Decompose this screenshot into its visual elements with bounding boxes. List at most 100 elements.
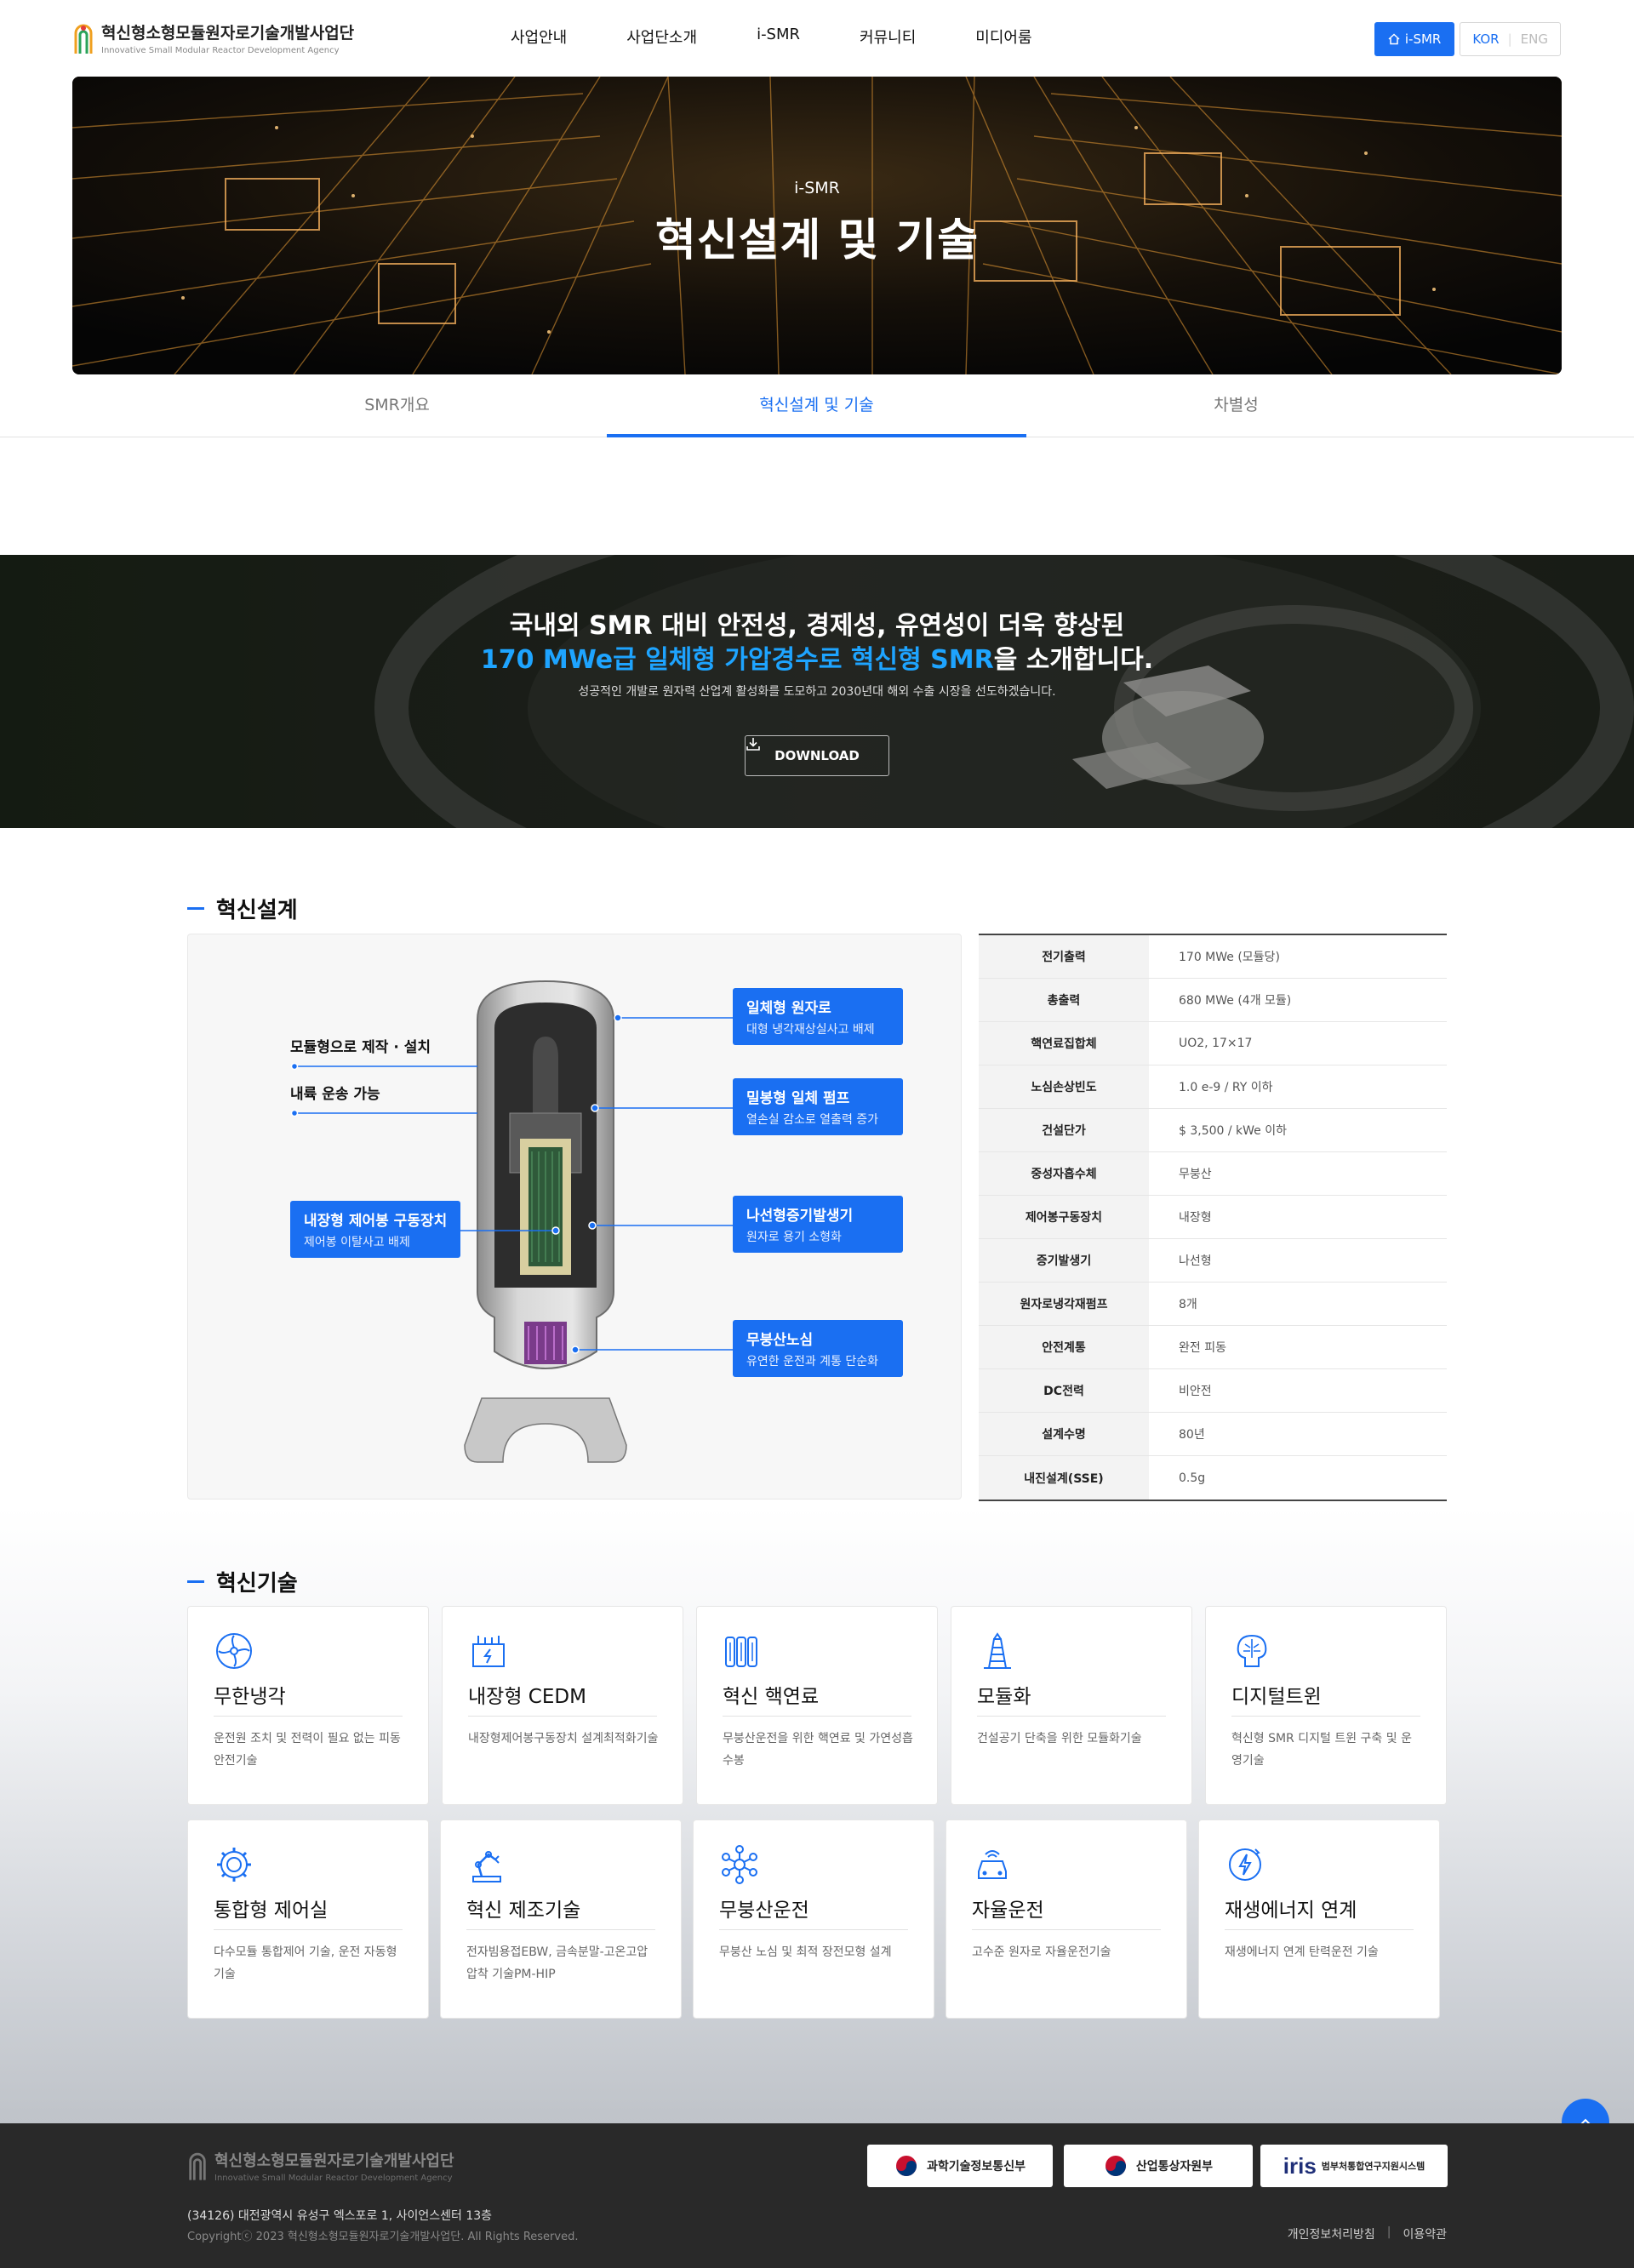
nav-item-about[interactable]: 사업단소개 <box>626 26 697 48</box>
motie-link[interactable]: 산업통상자원부 <box>1064 2145 1253 2187</box>
spec-key: 총출력 <box>979 979 1149 1021</box>
spec-value: 170 MWe (모듈당) <box>1179 951 1280 964</box>
footer-links: 개인정보처리방침 | 이용약관 <box>1288 2225 1447 2242</box>
tech-card-title: 모듈화 <box>977 1686 1031 1708</box>
spec-row: 총출력 680 MWe (4개 모듈) <box>979 979 1447 1022</box>
spec-value: 1.0 e-9 / RY 이하 <box>1179 1081 1273 1094</box>
tab-smr-overview[interactable]: SMR개요 <box>187 380 607 437</box>
footer-logo-title: 혁신형소형모듈원자로기술개발사업단 <box>214 2152 454 2170</box>
spec-key: 원자로냉각재펌프 <box>979 1283 1149 1325</box>
logo-title: 혁신형소형모듈원자로기술개발사업단 <box>101 24 355 43</box>
tech-card-title: 혁신 핵연료 <box>723 1686 820 1708</box>
spec-key: 제어봉구동장치 <box>979 1196 1149 1238</box>
callout-sub: 제어봉 이탈사고 배제 <box>304 1236 410 1249</box>
nav-item-media[interactable]: 미디어룸 <box>975 26 1031 48</box>
site-footer: 혁신형소형모듈원자로기술개발사업단 Innovative Small Modul… <box>0 2123 1634 2268</box>
msit-link[interactable]: 과학기술정보통신부 <box>867 2145 1053 2187</box>
spec-value: $ 3,500 / kWe 이하 <box>1179 1124 1288 1138</box>
spec-row: 제어봉구동장치 내장형 <box>979 1196 1447 1239</box>
molecule-icon <box>722 1845 757 1884</box>
nav-item-ismr[interactable]: i-SMR <box>757 26 800 48</box>
terms-link[interactable]: 이용약관 <box>1403 2225 1447 2242</box>
callout-title: 일체형 원자로 <box>746 1000 831 1017</box>
tech-card[interactable]: 내장형 CEDM 내장형제어봉구동장치 설계최적화기술 <box>442 1606 683 1805</box>
banner-headline-rest: 을 소개합니다. <box>993 645 1154 675</box>
download-label: DOWNLOAD <box>774 748 860 763</box>
cedm-icon <box>472 1636 505 1667</box>
privacy-policy-link[interactable]: 개인정보처리방침 <box>1288 2225 1375 2242</box>
hero-banner: i-SMR 혁신설계 및 기술 <box>72 77 1562 374</box>
spec-key: 내진설계(SSE) <box>979 1456 1149 1500</box>
fan-cooling-icon <box>216 1633 252 1669</box>
hero-subtitle: i-SMR <box>794 179 840 197</box>
spec-value: 내장형 <box>1179 1211 1212 1225</box>
tech-card[interactable]: 자율운전 고수준 원자로 자율운전기술 <box>946 1820 1187 2019</box>
tech-card-title: 내장형 CEDM <box>468 1686 586 1708</box>
spec-value: 8개 <box>1179 1298 1197 1311</box>
tech-card[interactable]: 혁신 핵연료 무붕산운전을 위한 핵연료 및 가연성흡수봉 <box>696 1606 938 1805</box>
sub-tabs: SMR개요 혁신설계 및 기술 차별성 <box>0 380 1634 437</box>
tech-card[interactable]: 재생에너지 연계 재생에너지 연계 탄력운전 기술 <box>1198 1820 1440 2019</box>
download-icon <box>746 738 760 751</box>
tech-card-divider <box>977 1716 1166 1717</box>
language-switcher: KOR | ENG <box>1460 22 1561 56</box>
footer-link-divider: | <box>1386 2225 1391 2239</box>
tech-card-description: 다수모듈 통합제어 기술, 운전 자동형 기술 <box>214 1945 397 1981</box>
callout-helical-steam-generator: 나선형증기발생기 원자로 용기 소형화 <box>733 1196 903 1253</box>
spec-row: 내진설계(SSE) 0.5g <box>979 1456 1447 1500</box>
fuel-rods-icon <box>725 1637 757 1667</box>
motie-label: 산업통상자원부 <box>1135 2160 1214 2174</box>
spec-key: 노심손상빈도 <box>979 1065 1149 1108</box>
title-accent-bar <box>187 1580 204 1583</box>
banner-headline-1: 국내외 SMR 대비 안전성, 경제성, 유연성이 더욱 향상된 <box>509 611 1125 641</box>
tech-card[interactable]: 혁신 제조기술 전자빔용접EBW, 금속분말-고온고압압착 기술PM-HIP <box>440 1820 682 2019</box>
tech-card-description: 운전원 조치 및 전력이 필요 없는 피동안전기술 <box>214 1732 401 1768</box>
gear-icon <box>217 1848 251 1882</box>
spec-value: 완전 피동 <box>1179 1341 1226 1355</box>
tech-card-divider <box>719 1929 908 1930</box>
callout-canned-pump: 밀봉형 일체 펌프 열손실 감소로 열출력 증가 <box>733 1078 903 1135</box>
footer-logo-subtitle: Innovative Small Modular Reactor Develop… <box>214 2174 453 2183</box>
tech-card[interactable]: 무붕산운전무붕산 노심 및 최적 장전모형 설계 <box>693 1820 934 2019</box>
spec-value: 680 MWe (4개 모듈) <box>1179 994 1292 1008</box>
footer-logo[interactable]: 혁신형소형모듈원자로기술개발사업단 Innovative Small Modul… <box>187 2149 454 2183</box>
iris-logo-text: iris <box>1283 2152 1317 2179</box>
tech-card-description: 무붕산 노심 및 최적 장전모형 설계 <box>719 1945 892 1959</box>
tab-differentiation[interactable]: 차별성 <box>1026 380 1446 437</box>
nav-item-business[interactable]: 사업안내 <box>511 26 567 48</box>
section-title-tech: 혁신기술 <box>187 1566 298 1597</box>
tech-card[interactable]: 통합형 제어실다수모듈 통합제어 기술, 운전 자동형 기술 <box>187 1820 429 2019</box>
spec-row: DC전력 비안전 <box>979 1369 1447 1413</box>
ismr-home-button[interactable]: i-SMR <box>1374 22 1455 56</box>
callout-title: 밀봉형 일체 펌프 <box>746 1090 850 1107</box>
iris-link[interactable]: iris 범부처통합연구지원시스템 <box>1260 2145 1448 2187</box>
modular-tower-icon <box>984 1632 1011 1669</box>
spec-row: 증기발생기 나선형 <box>979 1239 1447 1283</box>
site-logo[interactable]: 혁신형소형모듈원자로기술개발사업단 Innovative Small Modul… <box>72 20 354 55</box>
nav-item-community[interactable]: 커뮤니티 <box>860 26 916 48</box>
banner-headline-2: 170 MWe급 일체형 가압경수로 혁신형 SMR을 소개합니다. <box>0 638 1634 676</box>
download-button[interactable]: DOWNLOAD <box>745 735 889 776</box>
footer-copyright: Copyrightⓒ 2023 혁신형소형모듈원자로기술개발사업단. All R… <box>187 2231 579 2243</box>
autonomous-car-icon <box>978 1850 1007 1879</box>
tech-card-divider <box>214 1929 403 1930</box>
lang-kor[interactable]: KOR <box>1472 31 1499 47</box>
callout-sub: 원자로 용기 소형화 <box>746 1231 842 1244</box>
tab-innovative-design[interactable]: 혁신설계 및 기술 <box>607 380 1026 437</box>
tech-card-description: 내장형제어봉구동장치 설계최적화기술 <box>468 1732 659 1745</box>
lang-eng[interactable]: ENG <box>1521 31 1548 47</box>
tech-card[interactable]: 디지털트윈 혁신형 SMR 디지털 트윈 구축 및 운영기술 <box>1205 1606 1447 1805</box>
spec-row: 안전계통 완전 피동 <box>979 1326 1447 1369</box>
spec-value: 80년 <box>1179 1428 1205 1442</box>
intro-banner: 국내외 SMR 대비 안전성, 경제성, 유연성이 더욱 향상된 170 MWe… <box>0 555 1634 828</box>
home-icon <box>1388 33 1400 45</box>
tech-card[interactable]: 모듈화건설공기 단축을 위한 모듈화기술 <box>951 1606 1192 1805</box>
tech-card-title: 무붕산운전 <box>719 1900 809 1922</box>
tech-card-description: 건설공기 단축을 위한 모듈화기술 <box>977 1732 1142 1745</box>
tech-card-title: 통합형 제어실 <box>214 1900 329 1922</box>
tech-card[interactable]: 무한냉각 운전원 조치 및 전력이 필요 없는 피동안전기술 <box>187 1606 429 1805</box>
hero-title: 혁신설계 및 기술 <box>654 215 980 266</box>
spec-row: 핵연료집합체 UO2, 17×17 <box>979 1022 1447 1065</box>
spec-key: 전기출력 <box>979 935 1149 978</box>
reactor-diagram: 모듈형으로 제작 · 설치 내륙 운송 가능 일체형 원자로 대형 냉각재상실사… <box>187 934 962 1500</box>
